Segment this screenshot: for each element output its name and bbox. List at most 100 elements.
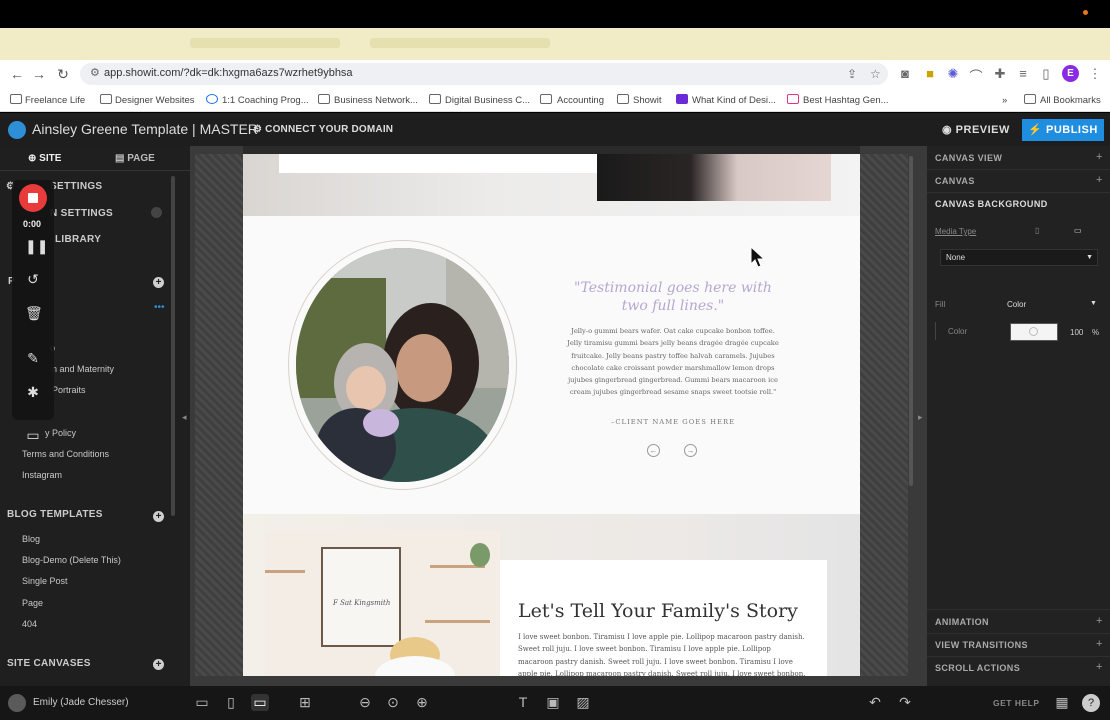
- color-picker-icon[interactable]: [1029, 327, 1038, 336]
- extension-icon[interactable]: ■: [922, 66, 938, 81]
- user-name[interactable]: Emily (Jade Chesser): [33, 697, 129, 708]
- side-panel-icon[interactable]: ▯: [1038, 66, 1054, 82]
- story-heading[interactable]: Let's Tell Your Family's Story: [518, 600, 798, 622]
- canvas-view-section[interactable]: CANVAS VIEW: [935, 153, 1002, 163]
- undo-icon[interactable]: ↶: [866, 694, 884, 711]
- profile-avatar[interactable]: E: [1062, 65, 1079, 82]
- browser-tab[interactable]: [190, 38, 340, 48]
- browser-menu-icon[interactable]: ⋮: [1087, 66, 1103, 82]
- canvas-background-section[interactable]: CANVAS BACKGROUND: [935, 199, 1048, 209]
- user-avatar[interactable]: [8, 694, 26, 712]
- mobile-view-icon[interactable]: ▯: [222, 694, 240, 711]
- bookmark-item[interactable]: Accounting: [557, 95, 604, 106]
- next-testimonial-button[interactable]: →: [684, 444, 697, 457]
- add-text-icon[interactable]: T: [514, 694, 532, 710]
- desktop-view-icon[interactable]: ▭: [251, 694, 269, 711]
- bookmark-item[interactable]: What Kind of Desi...: [692, 95, 776, 106]
- browser-tab[interactable]: [370, 38, 550, 48]
- bookmark-item[interactable]: 1:1 Coaching Prog...: [222, 95, 309, 106]
- toggle-indicator[interactable]: [151, 207, 162, 218]
- photo-element[interactable]: [597, 154, 831, 201]
- calculator-icon[interactable]: ▦: [1053, 694, 1071, 711]
- share-icon[interactable]: ⇪: [847, 67, 857, 81]
- desktop-view-icon[interactable]: ▭: [1074, 226, 1082, 235]
- blog-template-item[interactable]: Blog: [22, 534, 40, 544]
- bookmark-item[interactable]: Designer Websites: [115, 95, 195, 106]
- all-bookmarks[interactable]: All Bookmarks: [1040, 95, 1101, 106]
- page-item[interactable]: n and Maternity: [52, 364, 114, 374]
- testimonial-heading[interactable]: "Testimonial goes here with two full lin…: [560, 279, 786, 315]
- chevron-down-icon[interactable]: ▼: [1090, 300, 1097, 307]
- expand-icon[interactable]: +: [1096, 615, 1102, 627]
- bookmark-star-icon[interactable]: ☆: [870, 67, 881, 81]
- forward-arrow-icon[interactable]: →: [31, 66, 47, 82]
- page-item[interactable]: y Policy: [45, 428, 76, 438]
- extension-icon[interactable]: ✺: [945, 66, 961, 82]
- stop-recording-button[interactable]: [19, 184, 47, 212]
- redo-icon[interactable]: ↷: [896, 694, 914, 711]
- delete-icon[interactable]: 🗑: [25, 305, 43, 322]
- fill-select[interactable]: Color: [1007, 300, 1026, 309]
- add-site-canvas-button[interactable]: +: [153, 659, 164, 670]
- preview-button[interactable]: ◉ PREVIEW: [942, 123, 1010, 136]
- design-settings-item[interactable]: N SETTINGS: [50, 208, 113, 219]
- page-item[interactable]: Portraits: [52, 385, 86, 395]
- pause-icon[interactable]: ❚❚: [25, 238, 48, 255]
- reload-icon[interactable]: ↻: [55, 66, 71, 82]
- collapse-left-panel-icon[interactable]: ◂: [182, 412, 187, 423]
- tablet-view-icon[interactable]: ▭: [193, 694, 211, 711]
- zoom-in-icon[interactable]: ⊕: [413, 694, 431, 711]
- testimonial-body[interactable]: Jelly-o gummi bears wafer. Oat cake cupc…: [566, 325, 780, 399]
- canvas-scrollbar[interactable]: [909, 156, 913, 486]
- showit-logo-icon[interactable]: [8, 121, 26, 139]
- url-text[interactable]: app.showit.com/?dk=dk:hxgma6azs7wzrhet9y…: [104, 67, 353, 79]
- expand-icon[interactable]: +: [1096, 151, 1102, 163]
- camera-toggle-icon[interactable]: ▭: [25, 427, 41, 444]
- blog-template-item[interactable]: Blog-Demo (Delete This): [22, 555, 121, 565]
- puzzle-extensions-icon[interactable]: ✚: [992, 66, 1008, 82]
- extension-icon[interactable]: ⌒: [968, 66, 984, 85]
- family-photo[interactable]: F Sat Kingsmith: [265, 530, 500, 676]
- tab-site[interactable]: ⊕ SITE: [28, 153, 61, 164]
- tab-page[interactable]: ▤ PAGE: [115, 153, 155, 164]
- left-panel-scrollbar[interactable]: [171, 176, 175, 516]
- text-box-element[interactable]: [279, 154, 597, 173]
- blog-template-item[interactable]: 404: [22, 619, 37, 629]
- media-type-select[interactable]: None ▼: [940, 249, 1098, 266]
- mobile-view-icon[interactable]: ▯: [1035, 226, 1039, 235]
- page-item[interactable]: Terms and Conditions: [22, 449, 109, 459]
- add-blog-template-button[interactable]: +: [153, 511, 164, 522]
- expand-icon[interactable]: +: [1096, 174, 1102, 186]
- mother-child-photo[interactable]: [296, 248, 509, 482]
- view-transitions-section[interactable]: VIEW TRANSITIONS: [935, 640, 1028, 650]
- bookmark-item[interactable]: Showit: [633, 95, 662, 106]
- blog-template-item[interactable]: Single Post: [22, 576, 68, 586]
- collapse-right-panel-icon[interactable]: ▸: [918, 412, 923, 423]
- camera-extension-icon[interactable]: ◙: [897, 66, 913, 81]
- bookmark-item[interactable]: Digital Business C...: [445, 95, 530, 106]
- browser-tab-strip[interactable]: [0, 28, 1110, 60]
- bookmark-item[interactable]: Business Network...: [334, 95, 418, 106]
- get-help-link[interactable]: GET HELP: [993, 698, 1040, 708]
- site-settings-item[interactable]: SETTINGS: [50, 181, 102, 192]
- site-info-icon[interactable]: ⚙: [90, 66, 100, 79]
- bookmark-item[interactable]: Freelance Life: [25, 95, 85, 106]
- bookmark-item[interactable]: Best Hashtag Gen...: [803, 95, 889, 106]
- blog-template-item[interactable]: Page: [22, 598, 43, 608]
- connect-domain-button[interactable]: ⚙ CONNECT YOUR DOMAIN: [253, 124, 393, 135]
- draw-pen-icon[interactable]: ✎: [25, 350, 41, 367]
- media-library-item[interactable]: LIBRARY: [55, 234, 101, 245]
- add-shape-icon[interactable]: ▣: [544, 694, 562, 711]
- add-page-button[interactable]: +: [153, 277, 164, 288]
- story-body[interactable]: I love sweet bonbon. Tiramisu I love app…: [518, 631, 808, 676]
- expand-icon[interactable]: +: [1096, 638, 1102, 650]
- add-image-icon[interactable]: ▨: [574, 694, 592, 711]
- effects-icon[interactable]: ✱: [25, 384, 41, 401]
- more-options-icon[interactable]: •••: [154, 302, 165, 313]
- page-item[interactable]: Instagram: [22, 470, 62, 480]
- zoom-fit-icon[interactable]: ⊙: [384, 694, 402, 711]
- opacity-value[interactable]: 100: [1070, 328, 1083, 337]
- bookmarks-overflow[interactable]: »: [1002, 95, 1007, 106]
- client-name[interactable]: –CLIENT NAME GOES HERE: [560, 418, 786, 426]
- expand-icon[interactable]: +: [1096, 661, 1102, 673]
